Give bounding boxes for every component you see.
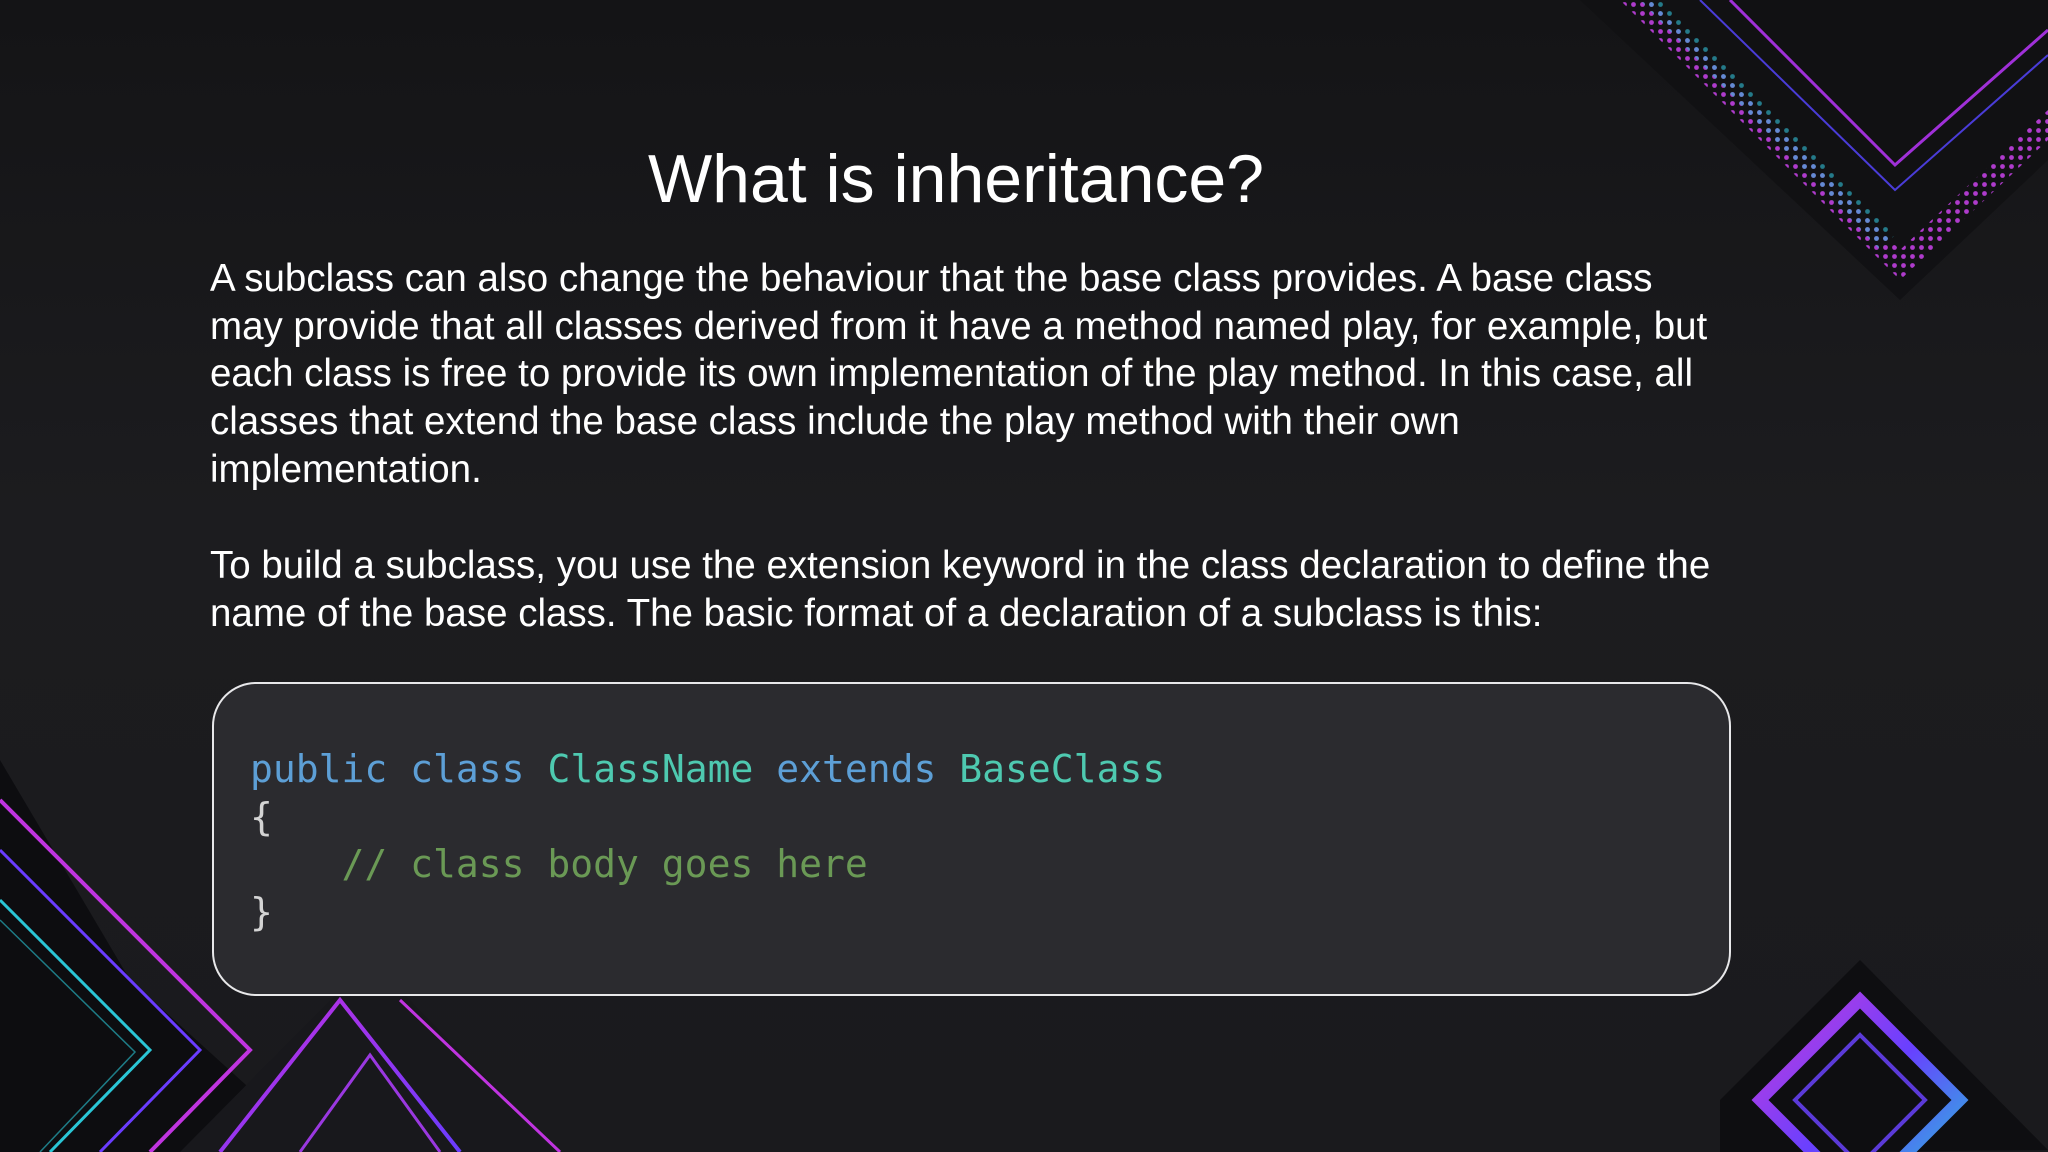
code-class-name: ClassName <box>547 747 754 791</box>
slide-title: What is inheritance? <box>647 141 1265 217</box>
code-keyword-public: public <box>250 747 388 791</box>
top-lines-decoration <box>0 55 1700 128</box>
body-paragraph-2: To build a subclass, you use the extensi… <box>210 544 1711 635</box>
body-paragraph-1: A subclass can also change the behaviour… <box>210 257 1708 491</box>
code-close-brace: } <box>250 889 273 934</box>
code-open-brace: { <box>250 794 273 839</box>
code-keyword-class: class <box>410 747 525 791</box>
code-comment: // class body goes here <box>341 842 868 886</box>
bottom-right-diamond-decoration <box>1720 960 2048 1152</box>
code-keyword-extends: extends <box>776 747 937 791</box>
slide: What is inheritance? A subclass can also… <box>0 0 2048 1152</box>
code-snippet: public class ClassName extends BaseClass… <box>250 746 1165 936</box>
code-base-class: BaseClass <box>959 747 1166 791</box>
code-block: public class ClassName extends BaseClass… <box>212 682 1731 996</box>
